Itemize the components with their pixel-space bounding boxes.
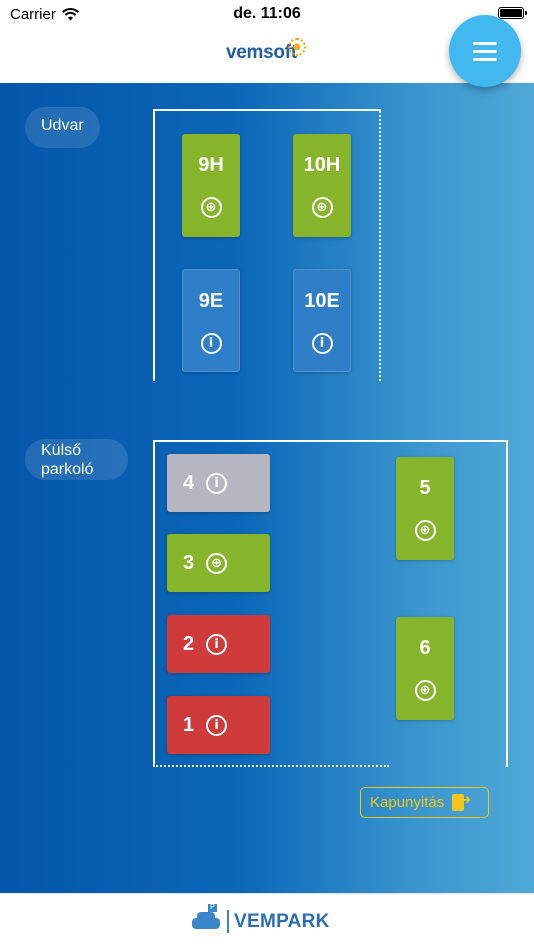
- add-icon: ⊕: [311, 197, 333, 218]
- info-icon: i: [206, 472, 228, 494]
- logo-sun-icon: [288, 38, 306, 56]
- zone-label-udvar: Udvar: [25, 107, 100, 148]
- car-parking-icon: P: [192, 904, 220, 932]
- parking-spot-6[interactable]: 6 ⊕: [396, 617, 454, 720]
- exit-door-icon: [452, 793, 472, 811]
- hamburger-icon-bar: [473, 57, 497, 61]
- menu-button[interactable]: [449, 15, 521, 87]
- battery-icon: [498, 7, 527, 19]
- info-icon: i: [311, 333, 333, 354]
- zone-frame-dotted-edge: [153, 765, 389, 767]
- info-icon: i: [206, 714, 228, 736]
- parking-spot-3[interactable]: 3 ⊕: [167, 534, 270, 592]
- spot-label: 1: [183, 713, 195, 736]
- parking-spot-1[interactable]: 1 i: [167, 696, 270, 754]
- parking-spot-2[interactable]: 2 i: [167, 615, 270, 673]
- spot-label: 3: [183, 551, 195, 574]
- add-icon: ⊕: [206, 552, 228, 574]
- gate-open-label: Kapunyitás: [370, 794, 445, 811]
- info-icon: i: [200, 333, 222, 354]
- spot-label: 6: [419, 637, 431, 659]
- gate-open-button[interactable]: Kapunyitás: [360, 787, 489, 818]
- info-icon: i: [206, 633, 228, 655]
- parking-map: Udvar 9H ⊕ 10H ⊕ 9E i 10E i Külső parkol…: [0, 83, 534, 893]
- spot-label: 9E: [198, 290, 224, 312]
- parking-spot-10e[interactable]: 10E i: [293, 269, 351, 372]
- clock: de. 11:06: [233, 5, 301, 22]
- spot-label: 2: [183, 632, 195, 655]
- spot-label: 10E: [304, 290, 340, 312]
- parking-spot-9h[interactable]: 9H ⊕: [182, 134, 240, 237]
- parking-spot-5[interactable]: 5 ⊕: [396, 457, 454, 560]
- spot-label: 9H: [198, 154, 224, 176]
- status-bar: Carrier de. 11:06: [0, 0, 534, 28]
- add-icon: ⊕: [200, 197, 222, 218]
- vempark-brand: VEMPARK: [234, 911, 330, 932]
- hamburger-icon-bar: [473, 41, 497, 45]
- spot-label: 5: [419, 477, 431, 499]
- vemsoft-logo: vemsoft: [226, 42, 297, 63]
- parking-spot-10h[interactable]: 10H ⊕: [293, 134, 351, 237]
- spot-label: 10H: [303, 154, 341, 176]
- hamburger-icon-bar: [473, 49, 497, 53]
- parking-spot-4[interactable]: 4 i: [167, 454, 270, 512]
- app-footer: P VEMPARK: [0, 893, 534, 950]
- add-icon: ⊕: [414, 680, 436, 701]
- add-icon: ⊕: [414, 520, 436, 541]
- zone-label-kulso-parkolo: Külső parkoló: [25, 439, 128, 480]
- spot-label: 4: [183, 471, 195, 494]
- parking-sign-icon: P: [208, 904, 217, 912]
- footer-divider: [227, 910, 229, 933]
- parking-spot-9e[interactable]: 9E i: [182, 269, 240, 372]
